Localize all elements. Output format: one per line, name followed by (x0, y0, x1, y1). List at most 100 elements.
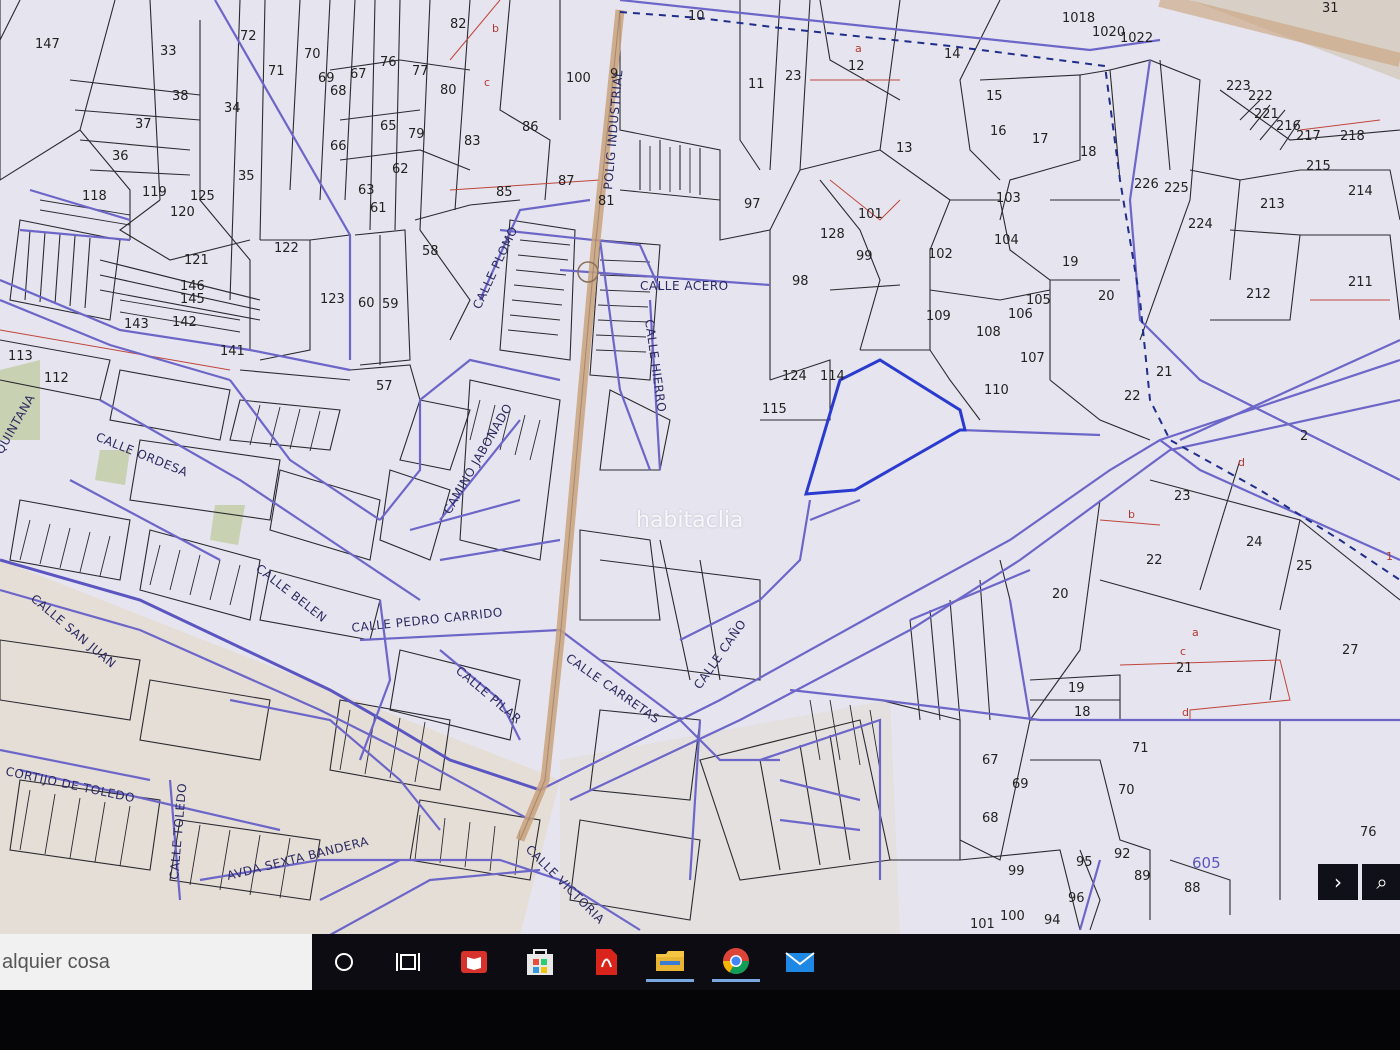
svg-text:2: 2 (1300, 429, 1308, 444)
mail-icon (785, 952, 815, 972)
cortana-button[interactable] (320, 942, 368, 982)
chrome-button[interactable] (712, 942, 760, 982)
svg-text:c: c (1180, 645, 1186, 658)
svg-text:112: 112 (44, 371, 69, 386)
svg-text:27: 27 (1342, 643, 1359, 658)
task-view-icon (396, 953, 420, 971)
svg-text:215: 215 (1306, 159, 1331, 174)
svg-text:110: 110 (984, 383, 1009, 398)
svg-text:88: 88 (1184, 881, 1201, 896)
file-explorer-icon (656, 950, 684, 971)
taskbar-search-text[interactable]: alquier cosa (0, 951, 110, 974)
mail-button[interactable] (776, 942, 824, 982)
svg-text:124: 124 (782, 369, 807, 384)
svg-text:92: 92 (1114, 847, 1131, 862)
svg-text:67: 67 (982, 753, 999, 768)
svg-text:d: d (1238, 456, 1245, 469)
svg-text:96: 96 (1068, 891, 1085, 906)
svg-text:77: 77 (412, 64, 429, 79)
svg-text:22: 22 (1146, 553, 1163, 568)
svg-text:a: a (1192, 626, 1199, 639)
svg-text:12: 12 (848, 59, 865, 74)
svg-text:89: 89 (1134, 869, 1151, 884)
svg-text:38: 38 (172, 89, 189, 104)
pdf-app-button[interactable] (582, 942, 630, 982)
svg-text:86: 86 (522, 120, 539, 135)
svg-text:72: 72 (240, 29, 257, 44)
svg-text:145: 145 (180, 292, 205, 307)
file-explorer-button[interactable] (646, 942, 694, 982)
svg-text:120: 120 (170, 205, 195, 220)
svg-text:59: 59 (382, 297, 399, 312)
svg-text:19: 19 (1068, 681, 1085, 696)
boundary-label: 605 (1192, 854, 1221, 872)
svg-text:222: 222 (1248, 89, 1273, 104)
svg-text:147: 147 (35, 37, 60, 52)
chrome-icon (722, 947, 750, 974)
svg-text:71: 71 (1132, 741, 1149, 756)
svg-text:85: 85 (496, 185, 513, 200)
svg-text:a: a (855, 42, 862, 55)
svg-text:226: 226 (1134, 177, 1159, 192)
cadastral-map[interactable]: POLIG INDUSTRIAL CALLE ACERO CALLE HIERR… (0, 0, 1400, 935)
map-search-button[interactable]: ⌕ (1362, 864, 1400, 900)
svg-text:218: 218 (1340, 129, 1365, 144)
svg-text:31: 31 (1322, 1, 1339, 16)
svg-text:99: 99 (856, 249, 873, 264)
svg-text:105: 105 (1026, 293, 1051, 308)
svg-text:79: 79 (408, 127, 425, 142)
taskbar-search-box[interactable]: alquier cosa (0, 934, 312, 990)
svg-text:66: 66 (330, 139, 347, 154)
svg-text:211: 211 (1348, 275, 1373, 290)
svg-text:36: 36 (112, 149, 129, 164)
svg-text:67: 67 (350, 67, 367, 82)
svg-text:102: 102 (928, 247, 953, 262)
svg-text:81: 81 (598, 194, 615, 209)
svg-text:100: 100 (1000, 909, 1025, 924)
store-button[interactable] (516, 942, 564, 982)
svg-text:b: b (1128, 508, 1135, 521)
svg-text:109: 109 (926, 309, 951, 324)
svg-text:119: 119 (142, 185, 167, 200)
svg-text:143: 143 (124, 317, 149, 332)
svg-text:121: 121 (184, 253, 209, 268)
svg-text:94: 94 (1044, 913, 1061, 928)
svg-text:141: 141 (220, 344, 245, 359)
reader-app-button[interactable] (450, 942, 498, 982)
task-view-button[interactable] (384, 942, 432, 982)
svg-text:213: 213 (1260, 197, 1285, 212)
store-icon (527, 949, 553, 975)
svg-text:10: 10 (688, 9, 705, 24)
svg-text:33: 33 (160, 44, 177, 59)
svg-text:69: 69 (1012, 777, 1029, 792)
svg-text:62: 62 (392, 162, 409, 177)
svg-text:83: 83 (464, 134, 481, 149)
svg-text:87: 87 (558, 174, 575, 189)
svg-text:68: 68 (330, 84, 347, 99)
pdf-icon (596, 949, 617, 975)
search-icon: ⌕ (1376, 870, 1388, 894)
map-canvas[interactable]: POLIG INDUSTRIAL CALLE ACERO CALLE HIERR… (0, 0, 1400, 935)
svg-text:1022: 1022 (1120, 31, 1153, 46)
svg-text:70: 70 (304, 47, 321, 62)
svg-text:70: 70 (1118, 783, 1135, 798)
svg-text:80: 80 (440, 83, 457, 98)
svg-text:c: c (484, 76, 490, 89)
svg-text:82: 82 (450, 17, 467, 32)
chevron-right-icon: › (1334, 870, 1342, 894)
svg-text:61: 61 (370, 201, 387, 216)
svg-text:97: 97 (744, 197, 761, 212)
next-arrow-button[interactable]: › (1318, 864, 1358, 900)
svg-text:122: 122 (274, 241, 299, 256)
svg-text:104: 104 (994, 233, 1019, 248)
svg-text:68: 68 (982, 811, 999, 826)
svg-text:17: 17 (1032, 132, 1049, 147)
svg-text:9: 9 (610, 67, 618, 82)
svg-text:58: 58 (422, 244, 439, 259)
svg-text:24: 24 (1246, 535, 1263, 550)
svg-text:18: 18 (1074, 705, 1091, 720)
svg-text:103: 103 (996, 191, 1021, 206)
svg-text:99: 99 (1008, 864, 1025, 879)
street-label-calle-acero: CALLE ACERO (640, 279, 729, 293)
svg-text:225: 225 (1164, 181, 1189, 196)
